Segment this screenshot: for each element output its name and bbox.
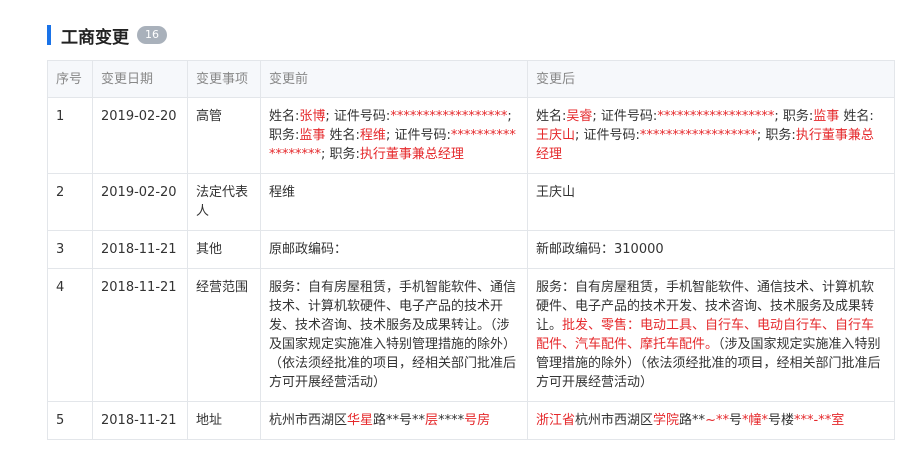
col-header-index: 序号 [47, 60, 93, 98]
changed-text: ***-** [794, 413, 832, 428]
col-header-after: 变更后 [527, 60, 895, 98]
text-segment: **** [438, 413, 465, 428]
changed-text: 张博 [299, 109, 326, 124]
cell-date: 2019-02-20 [92, 173, 188, 231]
table-row: 4 2018-11-21 经营范围 服务：自有房屋租赁，手机智能软件、通信技术、计算机… [47, 268, 895, 402]
cell-after: 王庆山 [527, 173, 895, 231]
changed-text: ****************** [657, 109, 775, 124]
cell-after: 浙江省杭州市西湖区学院路**~**号*幢*号楼***-**室 [527, 401, 895, 440]
changed-text: 监事 [813, 109, 840, 124]
cell-index: 4 [47, 268, 93, 402]
changed-text: 华星 [347, 413, 374, 428]
changed-text: 程维 [359, 128, 386, 143]
text-segment: 杭州市西湖区 [575, 413, 654, 428]
section-title: 工商变更 [61, 27, 129, 48]
text-segment: 姓名: [325, 128, 360, 143]
text-segment: 新邮政编码：310000 [536, 242, 664, 257]
table-row: 1 2019-02-20 高管 姓名:张博; 证件号码:***************… [47, 97, 895, 174]
changed-text: 学院 [653, 413, 680, 428]
text-segment: 姓名: [536, 109, 567, 124]
text-segment: 杭州市西湖区 [269, 413, 348, 428]
changed-text: 王庆山 [536, 128, 576, 143]
text-segment: 号楼 [768, 413, 795, 428]
text-segment: 姓名: [269, 109, 300, 124]
cell-index: 1 [47, 97, 93, 174]
changed-text: 层 [425, 413, 439, 428]
changed-text: ~** [705, 413, 729, 428]
accent-bar [47, 25, 51, 45]
changed-text: ****************** [390, 109, 508, 124]
cell-after: 新邮政编码：310000 [527, 230, 895, 269]
cell-before: 姓名:张博; 证件号码:******************; 职务:监事 姓名… [260, 97, 528, 174]
cell-item: 地址 [187, 401, 261, 440]
text-segment: ; 职务: [321, 147, 360, 162]
cell-index: 5 [47, 401, 93, 440]
text-segment: ; 证件号码: [325, 109, 391, 124]
table-row: 3 2018-11-21 其他 原邮政编码： 新邮政编码：310000 [47, 230, 895, 269]
cell-before: 程维 [260, 173, 528, 231]
text-segment: ; 职务: [756, 128, 796, 143]
changed-text: 号房 [464, 413, 491, 428]
col-header-date: 变更日期 [92, 60, 188, 98]
table-header-row: 序号 变更日期 变更事项 变更前 变更后 [47, 60, 895, 98]
text-segment: ; 证件号码: [592, 109, 658, 124]
text-segment: ; 职务: [774, 109, 814, 124]
cell-date: 2019-02-20 [92, 97, 188, 174]
text-segment: 王庆山 [536, 185, 576, 200]
cell-date: 2018-11-21 [92, 401, 188, 440]
text-segment: ; 证件号码: [385, 128, 451, 143]
cell-after: 服务：自有房屋租赁，手机智能软件、通信技术、计算机软硬件、电子产品的技术开发、技… [527, 268, 895, 402]
changed-text: *幢* [741, 413, 768, 428]
cell-index: 3 [47, 230, 93, 269]
cell-before: 原邮政编码： [260, 230, 528, 269]
text-segment: 程维 [269, 185, 296, 200]
cell-after: 姓名:吴睿; 证件号码:******************; 职务:监事 姓名… [527, 97, 895, 174]
text-segment: 姓名: [839, 109, 874, 124]
cell-item: 高管 [187, 97, 261, 174]
col-header-item: 变更事项 [187, 60, 261, 98]
count-badge: 16 [137, 26, 167, 44]
changed-text: 吴睿 [566, 109, 593, 124]
col-header-before: 变更前 [260, 60, 528, 98]
cell-item: 法定代表人 [187, 173, 261, 231]
cell-before: 杭州市西湖区华星路**号**层****号房 [260, 401, 528, 440]
text-segment: 服务：自有房屋租赁，手机智能软件、通信技术、计算机软硬件、电子产品的技术开发、技… [269, 280, 517, 390]
change-table: 序号 变更日期 变更事项 变更前 变更后 1 2019-02-20 高管 姓名:张博;… [47, 60, 895, 440]
cell-item: 经营范围 [187, 268, 261, 402]
changed-text: 执行董事兼总经理 [359, 147, 464, 162]
table-row: 5 2018-11-21 地址 杭州市西湖区华星路**号**层****号房 浙江省杭州市… [47, 401, 895, 440]
text-segment: 原邮政编码： [269, 242, 348, 257]
section-header: 工商变更 16 [47, 24, 167, 48]
text-segment: 路** [679, 413, 706, 428]
cell-item: 其他 [187, 230, 261, 269]
text-segment: ; 证件号码: [575, 128, 640, 143]
changed-text: 室 [831, 413, 845, 428]
cell-index: 2 [47, 173, 93, 231]
changed-text: 浙江省 [536, 413, 576, 428]
text-segment: 号 [728, 413, 742, 428]
table-row: 2 2019-02-20 法定代表人 程维 王庆山 [47, 173, 895, 231]
changed-text: 监事 [299, 128, 326, 143]
cell-date: 2018-11-21 [92, 268, 188, 402]
cell-before: 服务：自有房屋租赁，手机智能软件、通信技术、计算机软硬件、电子产品的技术开发、技… [260, 268, 528, 402]
text-segment: 路**号** [373, 413, 426, 428]
cell-date: 2018-11-21 [92, 230, 188, 269]
changed-text: ****************** [639, 128, 757, 143]
